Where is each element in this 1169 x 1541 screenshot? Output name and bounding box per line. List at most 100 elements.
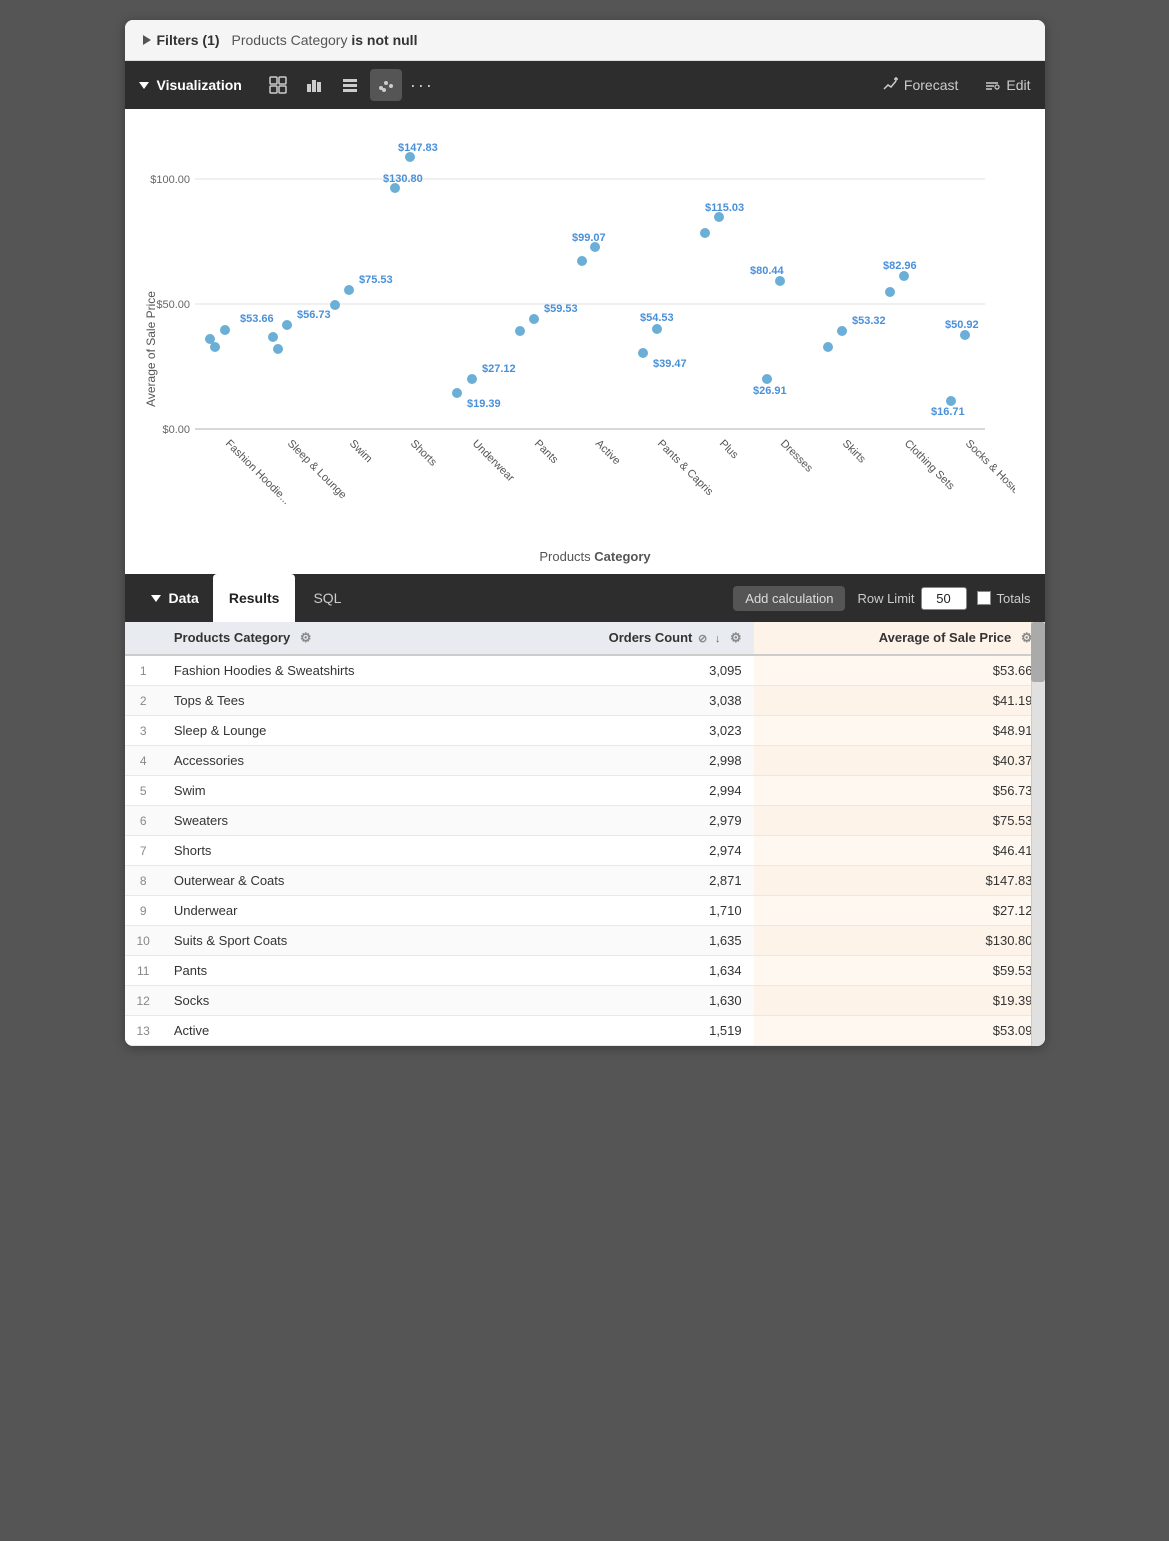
row-limit-label: Row Limit	[857, 591, 914, 606]
row-category: Active	[162, 1016, 497, 1046]
row-number: 6	[125, 806, 162, 836]
dot-dresses-1	[775, 276, 785, 286]
dot-underwear-1	[467, 374, 477, 384]
data-bar: Data Results SQL Add calculation Row Lim…	[125, 574, 1045, 622]
scrollbar-thumb[interactable]	[1031, 622, 1045, 682]
table-row: 10 Suits & Sport Coats 1,635 $130.80	[125, 926, 1045, 956]
table-row: 5 Swim 2,994 $56.73	[125, 776, 1045, 806]
orders-sort-icon[interactable]: ↓	[715, 633, 721, 645]
svg-text:$53.66: $53.66	[240, 313, 274, 325]
results-tab[interactable]: Results	[213, 574, 296, 622]
dot-socks-1	[960, 330, 970, 340]
svg-text:$54.53: $54.53	[640, 312, 674, 324]
row-orders-count: 2,974	[497, 836, 754, 866]
svg-text:Underwear: Underwear	[469, 438, 516, 485]
sql-tab[interactable]: SQL	[297, 574, 357, 622]
row-number: 4	[125, 746, 162, 776]
data-triangle-icon	[151, 595, 161, 602]
scrollbar[interactable]	[1031, 622, 1045, 1046]
svg-text:Pants & Capris: Pants & Capris	[654, 438, 715, 499]
row-orders-count: 3,095	[497, 655, 754, 686]
visualization-title[interactable]: Visualization	[139, 77, 242, 93]
table-row: 13 Active 1,519 $53.09	[125, 1016, 1045, 1046]
svg-text:Shorts: Shorts	[407, 438, 438, 469]
row-category: Underwear	[162, 896, 497, 926]
row-orders-count: 1,710	[497, 896, 754, 926]
svg-text:Socks & Hosiery: Socks & Hosiery	[962, 438, 1014, 504]
edit-button[interactable]: Edit	[984, 77, 1030, 93]
table-view-button[interactable]	[262, 69, 294, 101]
scatter-chart: Average of Sale Price $100.00 $50.00 $0.…	[135, 129, 1015, 569]
svg-text:$59.53: $59.53	[544, 303, 578, 315]
totals-section: Totals	[977, 591, 1031, 606]
more-options-button[interactable]: ···	[406, 69, 438, 101]
svg-text:Swim: Swim	[346, 438, 373, 465]
forecast-label: Forecast	[904, 77, 958, 93]
dot-fashion-1	[220, 325, 230, 335]
row-avg-price: $46.41	[754, 836, 1045, 866]
row-category: Shorts	[162, 836, 497, 866]
table-row: 1 Fashion Hoodies & Sweatshirts 3,095 $5…	[125, 655, 1045, 686]
row-orders-count: 1,635	[497, 926, 754, 956]
row-orders-count: 2,998	[497, 746, 754, 776]
row-orders-count: 3,038	[497, 686, 754, 716]
bar-chart-button[interactable]	[298, 69, 330, 101]
orders-filter-icon[interactable]: ⊘	[698, 632, 707, 645]
svg-text:Clothing Sets: Clothing Sets	[901, 438, 956, 493]
row-avg-price: $53.09	[754, 1016, 1045, 1046]
table-row: 9 Underwear 1,710 $27.12	[125, 896, 1045, 926]
svg-text:Fashion Hoodie...: Fashion Hoodie...	[222, 438, 291, 507]
row-category: Socks	[162, 986, 497, 1016]
viz-icons-group: ···	[262, 69, 438, 101]
row-avg-price: $19.39	[754, 986, 1045, 1016]
svg-text:$50.00: $50.00	[156, 299, 190, 311]
table-row: 3 Sleep & Lounge 3,023 $48.91	[125, 716, 1045, 746]
data-section-title[interactable]: Data	[139, 574, 211, 622]
col-avgprice-header: Average of Sale Price ⚙	[754, 622, 1045, 655]
row-orders-count: 1,634	[497, 956, 754, 986]
row-limit-input[interactable]	[921, 587, 967, 610]
category-col-gear-icon[interactable]: ⚙	[300, 630, 312, 646]
svg-text:$147.83: $147.83	[398, 142, 438, 154]
row-number: 7	[125, 836, 162, 866]
row-avg-price: $147.83	[754, 866, 1045, 896]
row-number: 11	[125, 956, 162, 986]
row-avg-price: $27.12	[754, 896, 1045, 926]
row-number: 1	[125, 655, 162, 686]
filters-bar: Filters (1) Products Category is not nul…	[125, 20, 1045, 61]
svg-text:$26.91: $26.91	[753, 385, 787, 397]
orders-col-gear-icon[interactable]: ⚙	[730, 630, 742, 646]
svg-text:Pants: Pants	[531, 438, 560, 467]
row-category: Outerwear & Coats	[162, 866, 497, 896]
dot-skirts-1	[837, 326, 847, 336]
table-row: 2 Tops & Tees 3,038 $41.19	[125, 686, 1045, 716]
col-category-label: Products Category	[174, 630, 290, 645]
table-row: 7 Shorts 2,974 $46.41	[125, 836, 1045, 866]
svg-text:Active: Active	[592, 438, 622, 468]
add-calculation-button[interactable]: Add calculation	[733, 586, 845, 611]
filters-triangle-icon	[143, 35, 151, 45]
svg-text:Products Category: Products Category	[539, 549, 651, 564]
filters-toggle[interactable]: Filters (1)	[143, 32, 220, 48]
row-category: Sleep & Lounge	[162, 716, 497, 746]
row-orders-count: 1,630	[497, 986, 754, 1016]
viz-triangle-icon	[139, 82, 149, 89]
row-avg-price: $56.73	[754, 776, 1045, 806]
scatter-plot-button[interactable]	[370, 69, 402, 101]
row-avg-price: $53.66	[754, 655, 1045, 686]
svg-text:$130.80: $130.80	[383, 173, 423, 185]
list-view-button[interactable]	[334, 69, 366, 101]
row-avg-price: $130.80	[754, 926, 1045, 956]
forecast-button[interactable]: Forecast	[882, 77, 958, 93]
main-container: Filters (1) Products Category is not nul…	[125, 20, 1045, 1046]
row-category: Swim	[162, 776, 497, 806]
totals-checkbox[interactable]	[977, 591, 991, 605]
results-table: Products Category ⚙ Orders Count ⊘ ↓ ⚙ A…	[125, 622, 1045, 1046]
col-avgprice-label: Average of Sale Price	[879, 630, 1011, 645]
row-avg-price: $75.53	[754, 806, 1045, 836]
data-table-wrapper: Products Category ⚙ Orders Count ⊘ ↓ ⚙ A…	[125, 622, 1045, 1046]
svg-text:Plus: Plus	[716, 438, 740, 462]
dot-pantscapris-1	[652, 324, 662, 334]
svg-text:$115.03: $115.03	[705, 202, 744, 214]
svg-text:$16.71: $16.71	[931, 406, 965, 418]
